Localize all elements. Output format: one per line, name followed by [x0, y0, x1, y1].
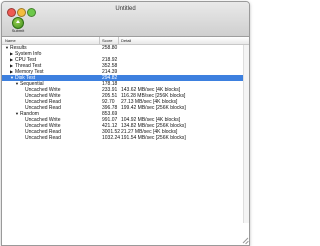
results-outline: ▼Results 258.80 ▶ System Info ▶ CPU Test 218.9… [2, 45, 249, 141]
table-row[interactable]: Uncached Read 1032.24 191.54 MB/sec [256K … [2, 135, 249, 141]
column-header-score[interactable]: Score [102, 38, 112, 43]
vertical-scrollbar[interactable] [243, 45, 249, 223]
column-header-name[interactable]: Name [5, 38, 16, 43]
title-bar[interactable]: Untitled Submit [2, 2, 249, 37]
row-name: Uncached Read [20, 135, 61, 141]
app-window: Untitled Submit Name Score Detail ▼Resul… [1, 1, 250, 246]
column-divider[interactable] [99, 37, 100, 44]
row-score: 1032.24 [102, 135, 121, 141]
submit-button[interactable]: Submit [6, 16, 30, 36]
column-divider[interactable] [118, 37, 119, 44]
table-header: Name Score Detail [2, 37, 249, 45]
resize-grip-icon[interactable] [241, 237, 248, 244]
row-detail: 191.54 MB/sec [256K blocks] [121, 135, 186, 141]
window-title: Untitled [115, 6, 136, 12]
row-label: Uncached Read [25, 135, 61, 141]
submit-label: Submit [11, 28, 25, 33]
column-header-detail[interactable]: Detail [121, 38, 131, 43]
